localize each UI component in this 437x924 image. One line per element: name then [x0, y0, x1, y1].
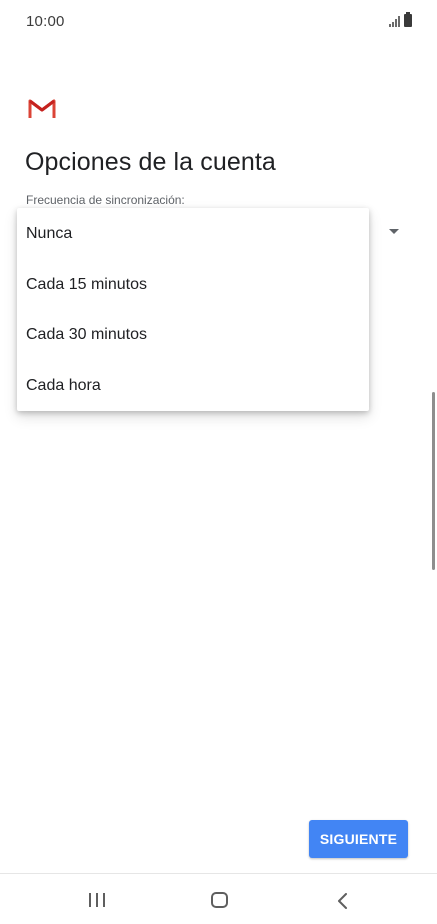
status-time: 10:00 — [26, 13, 65, 30]
recent-apps-icon[interactable] — [89, 893, 105, 907]
back-icon[interactable] — [336, 893, 350, 909]
menu-item-hourly[interactable]: Cada hora — [17, 361, 369, 411]
screen: 10:00 Opciones de la cuenta Frecuencia d… — [0, 0, 437, 924]
menu-item-30-min[interactable]: Cada 30 minutos — [17, 310, 369, 360]
battery-icon — [404, 12, 412, 27]
menu-item-never[interactable]: Nunca — [17, 209, 369, 259]
sync-frequency-label: Frecuencia de sincronización: — [26, 193, 185, 207]
gmail-m-icon — [28, 99, 56, 118]
menu-item-15-min[interactable]: Cada 15 minutos — [17, 260, 369, 310]
sync-frequency-menu: Nunca Cada 15 minutos Cada 30 minutos Ca… — [17, 208, 369, 411]
chevron-down-icon[interactable] — [389, 229, 399, 234]
navigation-bar — [0, 873, 437, 924]
scroll-indicator[interactable] — [432, 392, 435, 570]
page-title: Opciones de la cuenta — [25, 148, 276, 176]
signal-icon — [389, 16, 400, 27]
status-icons — [389, 12, 412, 27]
next-button[interactable]: SIGUIENTE — [309, 820, 408, 858]
home-icon[interactable] — [211, 892, 228, 908]
